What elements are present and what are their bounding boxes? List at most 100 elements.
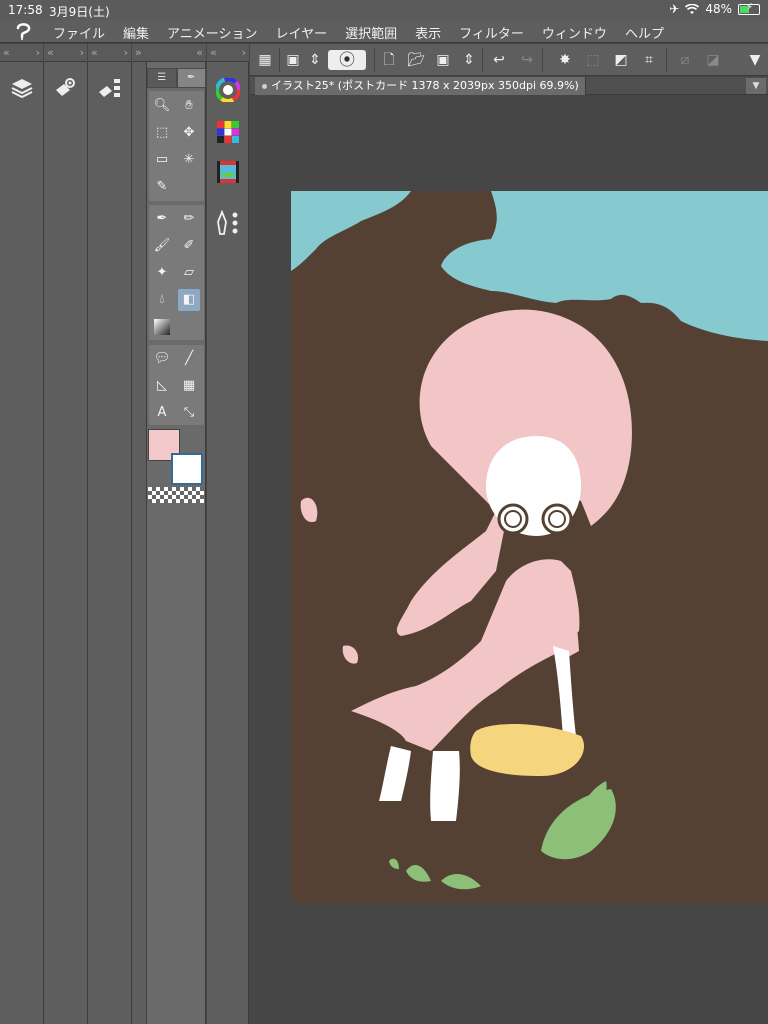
eraser-icon[interactable]: ▱ [178, 262, 200, 284]
collapse-strip-3[interactable]: «› [88, 44, 131, 62]
timeline-icon[interactable] [216, 160, 240, 184]
save-icon[interactable]: ▣ [432, 50, 454, 70]
menu-animation[interactable]: アニメーション [167, 23, 257, 42]
collapse-strip-1[interactable]: «› [0, 44, 43, 62]
color-set-icon[interactable] [216, 120, 240, 144]
petal-shape-1 [300, 497, 318, 523]
sub-tool-detail-icon[interactable] [96, 76, 124, 100]
illustration-art [291, 191, 768, 890]
grid-menu-icon[interactable]: ▦ [254, 50, 276, 70]
ruler-icon[interactable]: ◺ [151, 375, 173, 397]
collapse-strip-5[interactable]: «› [207, 44, 249, 62]
quick-access-icon[interactable]: ▣ [282, 50, 304, 70]
decoration-icon[interactable]: ✦ [151, 262, 173, 284]
blend-icon[interactable]: 💧︎ [151, 289, 173, 311]
gradient-icon[interactable] [151, 316, 173, 338]
right-arrow-icon[interactable]: › [80, 46, 84, 59]
stump-top-shape [470, 724, 585, 776]
sub-tool-detail-column [88, 62, 132, 1024]
transparent-color-swatch[interactable] [148, 487, 204, 503]
right-arrow-icon[interactable]: › [242, 46, 246, 59]
fill-icon[interactable]: ◧ [178, 289, 200, 311]
leaf-shape-1 [541, 789, 616, 860]
tool-property-column [44, 62, 88, 1024]
open-folder-icon[interactable]: 📂︎ [405, 50, 427, 70]
double-left-arrow-icon[interactable]: « [3, 46, 10, 59]
status-bar: 17:58 3月9日(土) ✈ 48% ⚡ [0, 0, 768, 20]
double-left-arrow-icon[interactable]: « [196, 46, 203, 59]
redo-icon[interactable]: ↪ [516, 50, 538, 70]
status-right: ✈ 48% ⚡ [669, 2, 760, 16]
double-left-arrow-icon[interactable]: « [210, 46, 217, 59]
battery-icon: ⚡ [738, 2, 760, 15]
snap-grid-icon[interactable]: ◪ [702, 50, 724, 70]
sky-shape-left [291, 191, 411, 271]
double-left-arrow-icon[interactable]: « [47, 46, 54, 59]
right-arrow-icon[interactable]: › [36, 46, 40, 59]
fill-selection-icon[interactable]: ◩ [610, 50, 632, 70]
tool-panel-tabs: ☰ ✒ [147, 68, 206, 88]
palette-column [207, 62, 249, 1024]
leaf-shape-4 [406, 865, 431, 882]
spacer-column [132, 62, 147, 1024]
up-down-arrows-icon-2[interactable]: ⇕ [458, 50, 480, 70]
menu-layer[interactable]: レイヤー [276, 23, 328, 42]
double-left-arrow-icon[interactable]: « [91, 46, 98, 59]
new-file-icon[interactable]: 🗋 [378, 50, 400, 70]
menu-edit[interactable]: 編集 [123, 23, 149, 42]
tool-list-tab-icon[interactable]: ☰ [147, 68, 177, 88]
text-icon[interactable]: A [151, 402, 173, 424]
double-right-arrow-icon[interactable]: » [135, 46, 142, 59]
airbrush-icon[interactable]: ✐ [178, 235, 200, 257]
sub-color-swatch[interactable] [171, 453, 203, 485]
undo-icon[interactable]: ↩ [488, 50, 510, 70]
menu-filter[interactable]: フィルター [459, 23, 524, 42]
frame-icon[interactable]: ▦ [178, 375, 200, 397]
collapse-strip-2[interactable]: «› [44, 44, 87, 62]
collapse-strip-4[interactable]: » « [132, 44, 206, 62]
battery-percent: 48% [705, 2, 732, 16]
leaf-shape-5 [389, 858, 399, 869]
menu-window[interactable]: ウィンドウ [542, 23, 607, 42]
menu-view[interactable]: 表示 [415, 23, 441, 42]
pen-tab-icon[interactable]: ✒ [176, 68, 206, 88]
status-time: 17:58 [8, 3, 43, 17]
move-layer-icon[interactable]: ✥ [178, 122, 200, 144]
color-wheel-icon[interactable] [216, 78, 240, 102]
right-arrow-icon[interactable]: › [124, 46, 128, 59]
leaf-shape-3 [441, 874, 481, 890]
toolbar-dropdown-icon[interactable]: ▼ [744, 50, 766, 70]
tool-property-icon[interactable] [52, 76, 80, 100]
selection-icon[interactable]: ▭ [151, 149, 173, 171]
crop-icon[interactable]: ⬚ [582, 50, 604, 70]
pupil-right [548, 510, 566, 528]
pen-icon[interactable]: ✒ [151, 208, 173, 230]
eyedropper-icon[interactable]: ✎ [151, 176, 173, 198]
balloon-icon[interactable]: 💬︎ [151, 348, 173, 370]
menu-items: ファイル 編集 アニメーション レイヤー 選択範囲 表示 フィルター ウィンドウ… [53, 23, 682, 42]
drawing-canvas[interactable] [291, 191, 768, 903]
status-date: 3月9日(土) [49, 5, 110, 19]
zoom-icon[interactable]: 🔍︎ [151, 95, 173, 117]
correct-line-icon[interactable]: ⤡ [178, 402, 200, 424]
menu-file[interactable]: ファイル [53, 23, 105, 42]
clear-icon[interactable]: ✸ [554, 50, 576, 70]
app-logo-icon[interactable] [14, 22, 34, 40]
leg-left-shape [379, 746, 411, 801]
layer-property-icon[interactable] [216, 210, 240, 236]
transform-icon[interactable]: ⌗ [638, 50, 660, 70]
document-tab[interactable]: イラスト25* (ポストカード 1378 x 2039px 350dpi 69.… [255, 77, 586, 95]
ruler-snap-icon[interactable]: ⧄ [674, 50, 696, 70]
menu-selection[interactable]: 選択範囲 [345, 23, 397, 42]
clip-studio-icon[interactable]: ⦿ [328, 50, 366, 70]
operation-icon[interactable]: ⬚ [151, 122, 173, 144]
up-down-arrows-icon[interactable]: ⇕ [304, 50, 326, 70]
menu-help[interactable]: ヘルプ [625, 23, 664, 42]
pencil-icon[interactable]: ✏ [178, 208, 200, 230]
figure-icon[interactable]: ╱ [178, 348, 200, 370]
layers-icon[interactable] [8, 76, 36, 100]
brush-icon[interactable]: 🖌︎ [151, 235, 173, 257]
hand-icon[interactable]: ✋︎ [178, 95, 200, 117]
auto-select-icon[interactable]: ✳ [178, 149, 200, 171]
tab-dropdown-icon[interactable]: ▼ [746, 78, 766, 94]
